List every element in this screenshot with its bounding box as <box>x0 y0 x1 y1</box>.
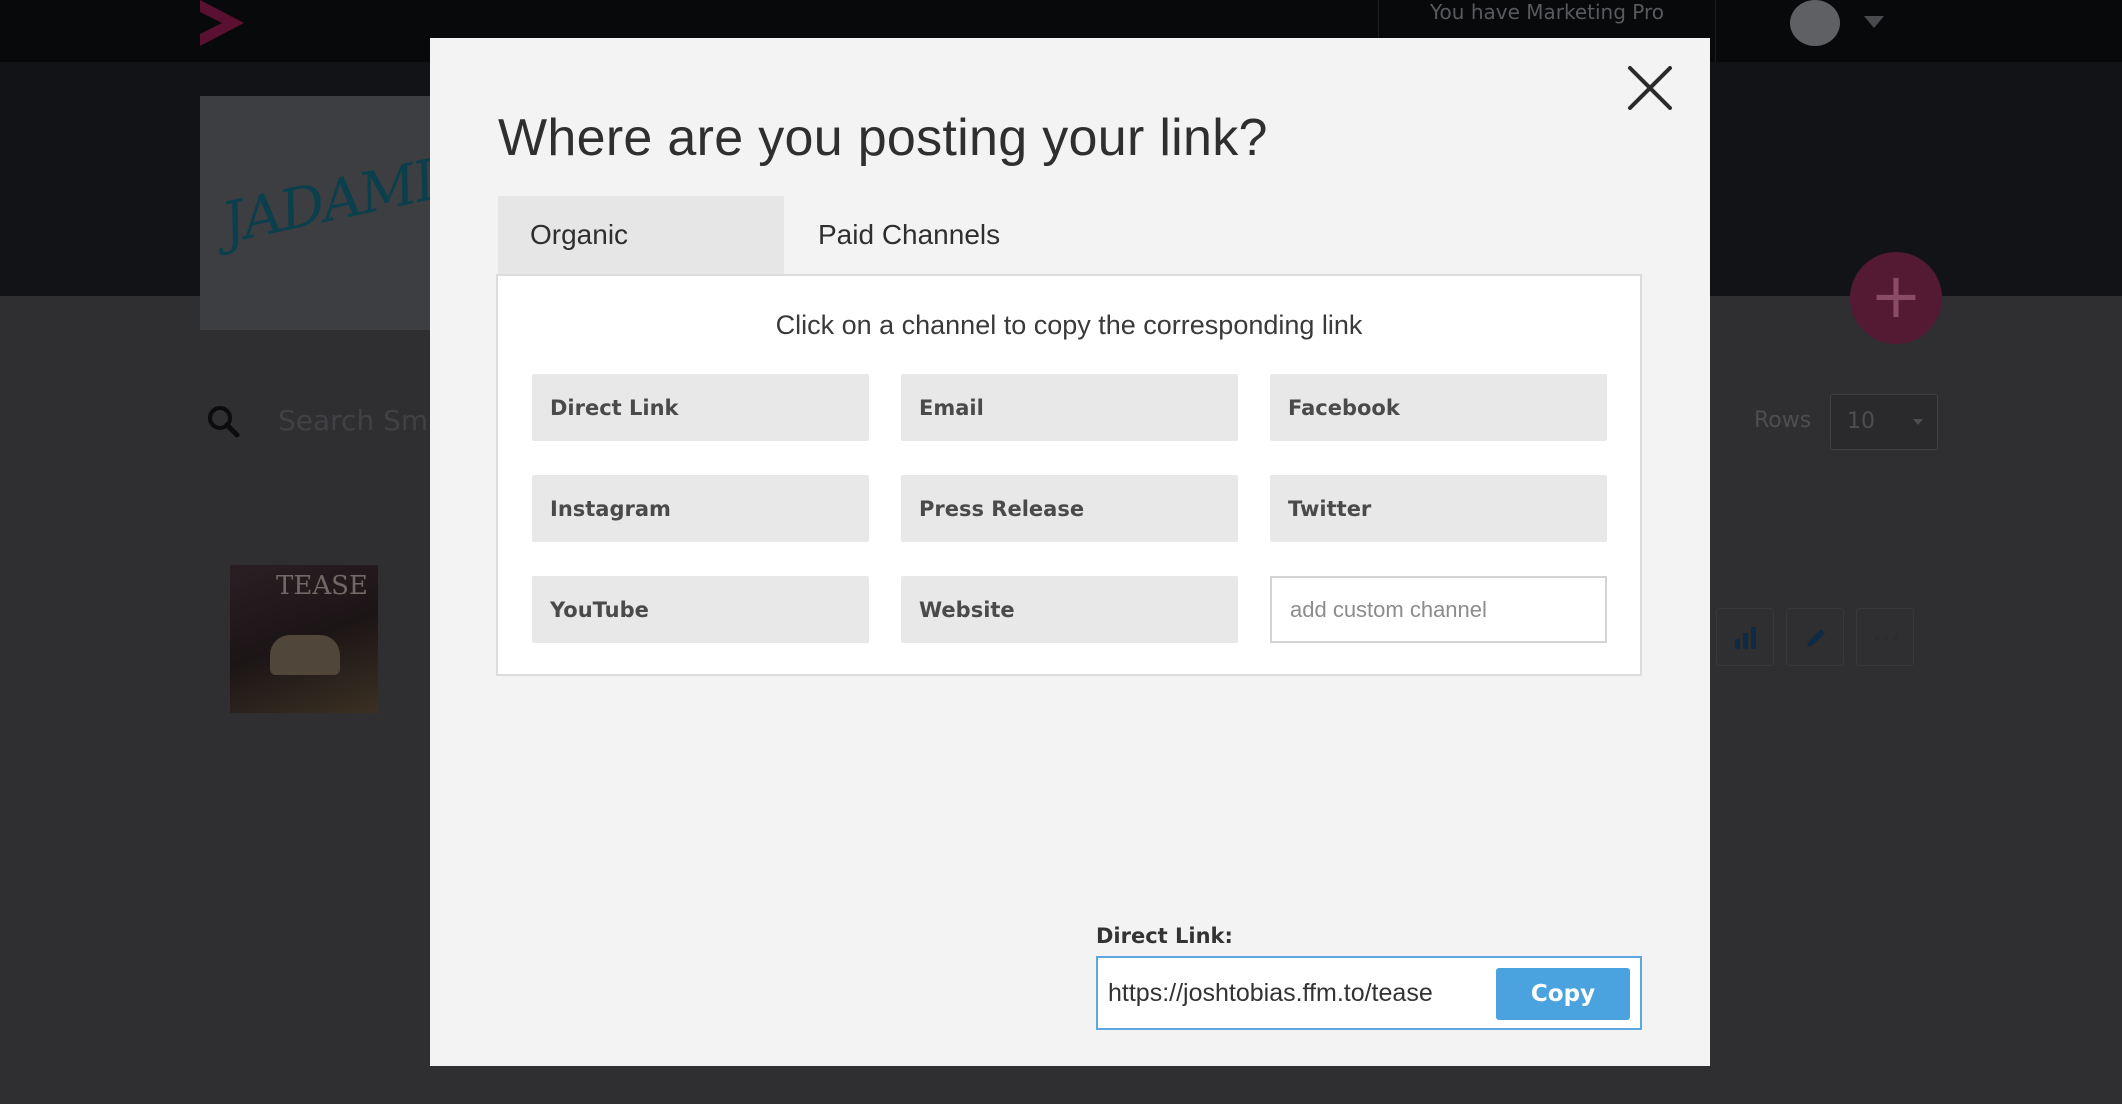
copy-button[interactable]: Copy <box>1496 968 1630 1020</box>
close-icon <box>1628 66 1672 110</box>
search-icon[interactable] <box>206 404 240 438</box>
more-button[interactable] <box>1856 608 1914 666</box>
artwork-figure <box>270 635 340 675</box>
tab-paid-channels[interactable]: Paid Channels <box>786 196 1046 274</box>
edit-button[interactable] <box>1786 608 1844 666</box>
channel-twitter-button[interactable]: Twitter <box>1270 475 1607 542</box>
pencil-icon <box>1807 629 1825 647</box>
direct-link-url-field[interactable] <box>1108 958 1488 1028</box>
channel-facebook-button[interactable]: Facebook <box>1270 374 1607 441</box>
channel-direct-link-button[interactable]: Direct Link <box>532 374 869 441</box>
caret-down-icon <box>1913 419 1923 425</box>
rows-select[interactable]: 10 <box>1830 394 1938 450</box>
channel-email-button[interactable]: Email <box>901 374 1238 441</box>
modal-title: Where are you posting your link? <box>498 109 1268 167</box>
user-avatar[interactable] <box>1790 0 1840 46</box>
artwork-title: TEASE <box>276 571 368 601</box>
search-input[interactable]: Search Sm <box>278 404 428 437</box>
channel-modal: Where are you posting your link? Organic… <box>430 38 1710 1066</box>
channel-instagram-button[interactable]: Instagram <box>532 475 869 542</box>
rows-label: Rows <box>1754 408 1812 433</box>
artist-card: JADAMIX <box>200 96 478 330</box>
channel-press-release-button[interactable]: Press Release <box>901 475 1238 542</box>
bar-chart-icon <box>1735 627 1756 649</box>
play-logo-icon[interactable] <box>198 0 246 46</box>
more-icon <box>1874 635 1898 641</box>
direct-link-label: Direct Link: <box>1096 924 1233 948</box>
stats-button[interactable] <box>1716 608 1774 666</box>
channel-instruction: Click on a channel to copy the correspon… <box>775 310 1363 340</box>
close-button[interactable] <box>1624 62 1676 114</box>
add-link-button[interactable]: + <box>1850 252 1942 344</box>
tab-organic-channels[interactable]: Organic Channels <box>498 196 784 328</box>
channel-youtube-button[interactable]: YouTube <box>532 576 869 643</box>
rows-value: 10 <box>1847 409 1875 434</box>
channel-panel: Click on a channel to copy the correspon… <box>496 274 1642 676</box>
release-artwork[interactable]: TEASE <box>230 565 378 713</box>
channel-website-button[interactable]: Website <box>901 576 1238 643</box>
direct-link-box: Copy <box>1096 956 1642 1030</box>
custom-channel-input[interactable] <box>1270 576 1607 643</box>
caret-down-icon[interactable] <box>1864 16 1884 28</box>
